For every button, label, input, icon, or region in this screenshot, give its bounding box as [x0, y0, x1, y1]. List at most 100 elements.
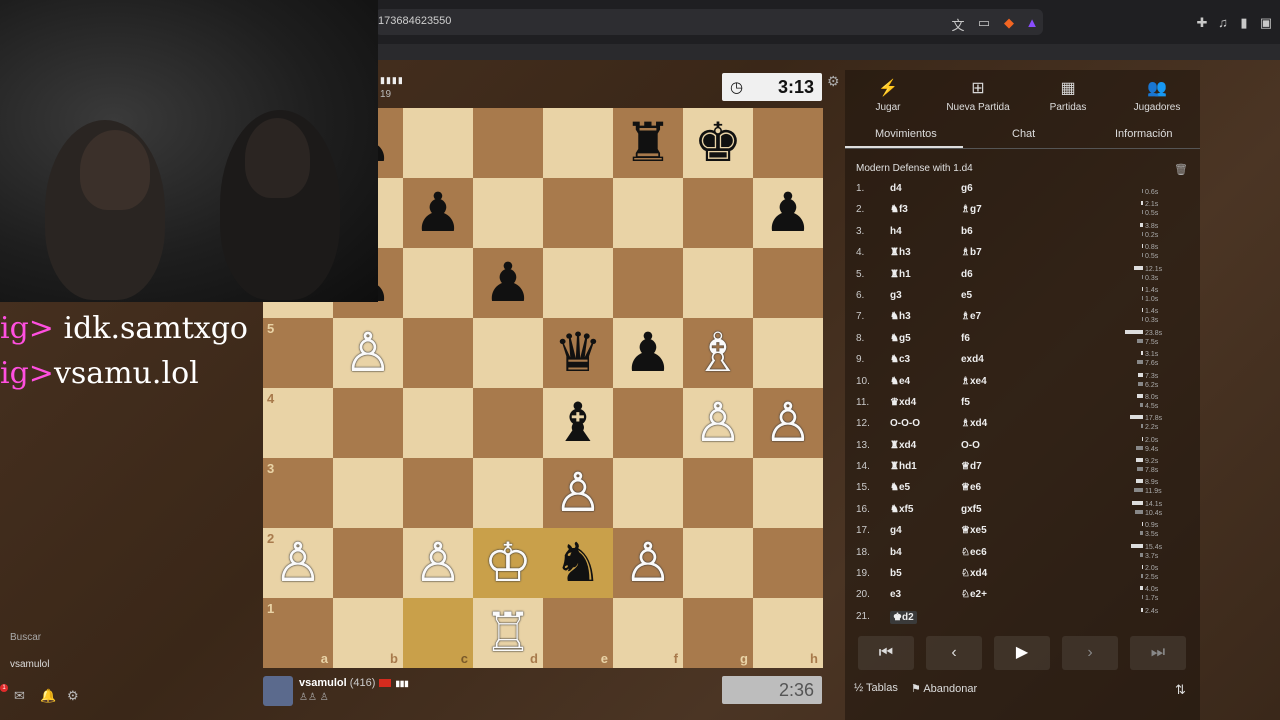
white-move[interactable]: ♜xd4	[890, 440, 916, 451]
square[interactable]	[753, 528, 823, 598]
black-move[interactable]: exd4	[961, 354, 984, 365]
white-move[interactable]: ♞g5	[890, 333, 911, 344]
black-move[interactable]: ♘xd4	[961, 568, 987, 579]
square[interactable]: 4	[263, 388, 333, 458]
square[interactable]: b	[333, 598, 403, 668]
square[interactable]	[473, 458, 543, 528]
black-move[interactable]: f6	[961, 333, 970, 344]
move-row[interactable]: 1. d4 g6 0.6s	[845, 178, 1200, 199]
square[interactable]	[333, 458, 403, 528]
square[interactable]	[683, 248, 753, 318]
black-move[interactable]: ♕e6	[961, 482, 981, 493]
black-move[interactable]: ♕xe5	[961, 525, 987, 536]
square[interactable]: ♟	[753, 178, 823, 248]
resign-button[interactable]: ⚑ Abandonar	[911, 682, 977, 695]
move-row[interactable]: 18. b4 ♘ec6 15.4s 3.7s	[845, 542, 1200, 563]
white-pawn-piece[interactable]: ♙	[624, 536, 672, 590]
white-move[interactable]: ♞e5	[890, 482, 910, 493]
move-row[interactable]: 13. ♜xd4 O-O 2.0s 9.4s	[845, 435, 1200, 456]
black-queen-piece[interactable]: ♛	[554, 326, 602, 380]
square[interactable]: ♙	[403, 528, 473, 598]
white-move[interactable]: g4	[890, 525, 902, 536]
next-move-button[interactable]: ›	[1062, 636, 1118, 670]
white-move[interactable]: h4	[890, 226, 902, 237]
address-bar[interactable]	[375, 9, 1043, 35]
square[interactable]	[613, 178, 683, 248]
move-row[interactable]: 8. ♞g5 f6 23.8s 7.5s	[845, 328, 1200, 349]
tab-moves[interactable]: Movimientos	[875, 128, 937, 140]
last-move-button[interactable]: ⏭	[1130, 636, 1186, 670]
square[interactable]: 5	[263, 318, 333, 388]
black-move[interactable]: f5	[961, 397, 970, 408]
square[interactable]	[473, 388, 543, 458]
black-pawn-piece[interactable]: ♟	[624, 326, 672, 380]
white-move[interactable]: ♜hd1	[890, 461, 917, 472]
square[interactable]	[333, 388, 403, 458]
url-text[interactable]: 173684623550	[378, 15, 451, 27]
square[interactable]	[543, 248, 613, 318]
white-bishop-piece[interactable]: ♗	[694, 326, 742, 380]
tab-play[interactable]: ⚡ Jugar	[848, 78, 928, 113]
move-row[interactable]: 17. g4 ♕xe5 0.9s 3.5s	[845, 520, 1200, 541]
white-move[interactable]: b4	[890, 547, 902, 558]
tab-new-game[interactable]: ⊞ Nueva Partida	[938, 78, 1018, 113]
move-row[interactable]: 10. ♞e4 ♗xe4 7.3s 6.2s	[845, 371, 1200, 392]
flip-board-icon[interactable]: ⇅	[1175, 682, 1186, 698]
white-move[interactable]: ♜h3	[890, 247, 911, 258]
white-move[interactable]: b5	[890, 568, 902, 579]
translate-icon[interactable]: 文	[950, 15, 966, 34]
square[interactable]: 2 ♙	[263, 528, 333, 598]
square[interactable]: ♙	[543, 458, 613, 528]
square-highlighted[interactable]: c	[403, 598, 473, 668]
square[interactable]: ♖ d	[473, 598, 543, 668]
square[interactable]	[543, 178, 613, 248]
move-row[interactable]: 3. h4 b6 3.8s 0.2s	[845, 221, 1200, 242]
square[interactable]	[683, 178, 753, 248]
white-move[interactable]: ♜h1	[890, 269, 911, 280]
move-row[interactable]: 11. ♛xd4 f5 8.0s 4.5s	[845, 392, 1200, 413]
square[interactable]: e	[543, 598, 613, 668]
black-pawn-piece[interactable]: ♟	[484, 256, 532, 310]
white-move[interactable]: ♛xd4	[890, 397, 916, 408]
black-bishop-piece[interactable]: ♝	[554, 396, 602, 450]
square[interactable]: ♟	[403, 178, 473, 248]
move-row[interactable]: 6. g3 e5 1.4s 1.0s	[845, 285, 1200, 306]
sidebar-user[interactable]: vsamulol	[10, 659, 49, 670]
trash-icon[interactable]: 🗑	[1174, 163, 1188, 176]
square[interactable]	[473, 178, 543, 248]
brave-shield-icon[interactable]: ◆	[1001, 15, 1017, 31]
black-move[interactable]: ♗xe4	[961, 376, 987, 387]
square[interactable]: 3	[263, 458, 333, 528]
prev-move-button[interactable]: ‹	[926, 636, 982, 670]
black-knight-piece[interactable]: ♞	[554, 536, 602, 590]
white-pawn-piece[interactable]: ♙	[274, 536, 322, 590]
white-move[interactable]: ♞h3	[890, 311, 911, 322]
move-row[interactable]: 12. O-O-O ♗xd4 17.8s 2.2s	[845, 413, 1200, 434]
square[interactable]	[403, 248, 473, 318]
black-rook-piece[interactable]: ♜	[624, 116, 672, 170]
media-icon[interactable]: ♫	[1215, 15, 1231, 30]
square[interactable]	[403, 318, 473, 388]
square[interactable]	[683, 528, 753, 598]
square-highlighted[interactable]: ♞	[543, 528, 613, 598]
white-move[interactable]: ♚d2	[890, 610, 917, 624]
square[interactable]	[613, 458, 683, 528]
black-pawn-piece[interactable]: ♟	[414, 186, 462, 240]
tab-games[interactable]: ▦ Partidas	[1028, 78, 1108, 113]
avatar[interactable]	[263, 676, 293, 706]
bell-icon[interactable]: 🔔	[40, 688, 56, 704]
black-king-piece[interactable]: ♚	[694, 116, 742, 170]
white-move[interactable]: e3	[890, 589, 901, 600]
black-move[interactable]: ♕d7	[961, 461, 982, 472]
square[interactable]: ♝	[543, 388, 613, 458]
black-move[interactable]: O-O	[961, 440, 980, 451]
square[interactable]	[403, 108, 473, 178]
square[interactable]: 1a	[263, 598, 333, 668]
black-move[interactable]: b6	[961, 226, 973, 237]
move-row[interactable]: 15. ♞e5 ♕e6 8.9s 11.9s	[845, 477, 1200, 498]
square[interactable]	[753, 248, 823, 318]
square[interactable]	[473, 318, 543, 388]
square[interactable]: ♗	[683, 318, 753, 388]
black-pawn-piece[interactable]: ♟	[764, 186, 812, 240]
move-row[interactable]: 19. b5 ♘xd4 2.0s 2.5s	[845, 563, 1200, 584]
